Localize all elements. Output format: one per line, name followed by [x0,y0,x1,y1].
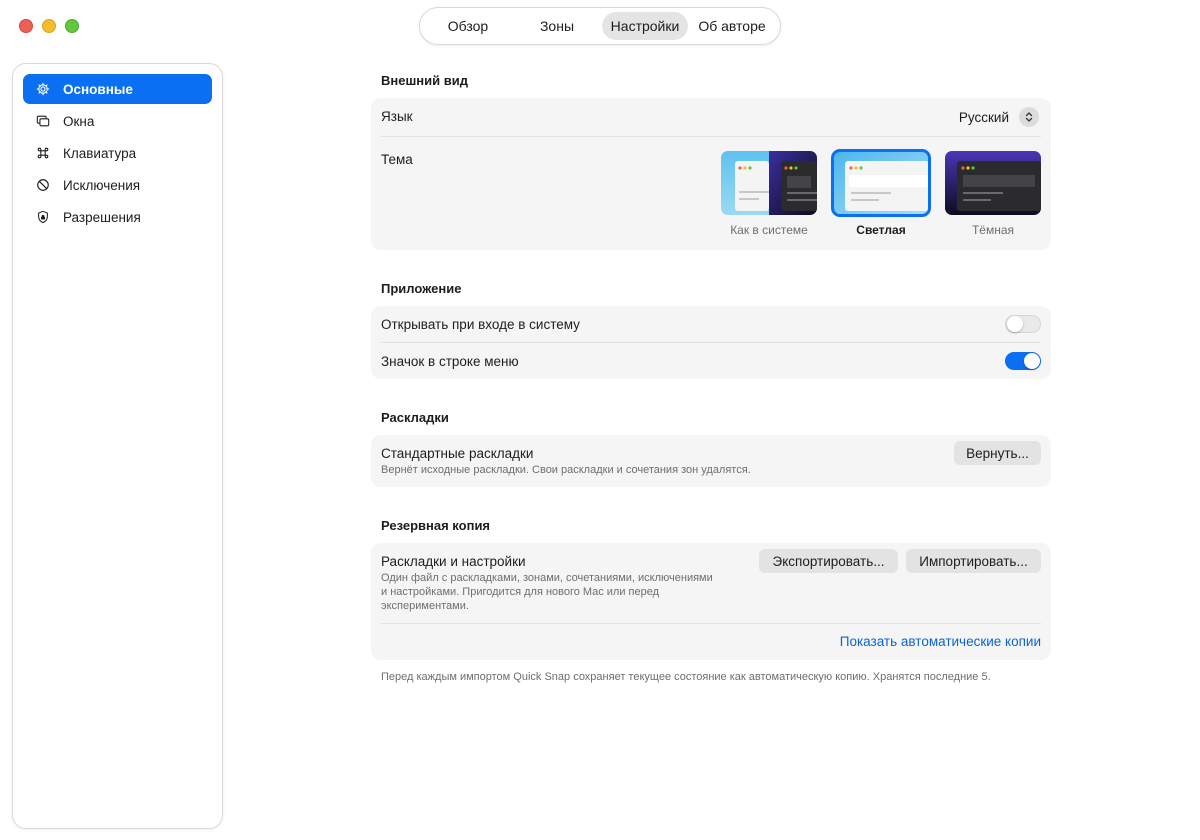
sidebar-item-windows[interactable]: Окна [23,106,212,136]
menu-bar-icon-label: Значок в строке меню [381,354,519,369]
theme-label: Тема [381,152,413,167]
default-layouts-label: Стандартные раскладки [381,446,534,461]
language-label: Язык [381,109,413,124]
application-card: Открывать при входе в систему Значок в с… [371,306,1051,379]
tab-about[interactable]: Об авторе [688,12,776,40]
sidebar: Основные Окна Клавиатура Исключения Разр… [12,63,223,829]
backup-description-line1: Один файл с раскладками, зонами, сочетан… [381,572,713,584]
gear-icon [36,82,50,96]
theme-option-dark[interactable]: Тёмная [945,151,1041,237]
theme-option-label: Тёмная [971,223,1015,237]
section-title-application: Приложение [381,281,462,296]
windows-icon [36,114,50,128]
divider [381,136,1041,137]
sidebar-item-label: Окна [63,113,95,129]
divider [381,342,1041,343]
section-title-appearance: Внешний вид [381,73,468,88]
backup-footnote: Перед каждым импортом Quick Snap сохраня… [381,671,991,683]
shield-icon [36,210,50,224]
launch-at-login-toggle[interactable] [1005,315,1041,333]
reset-layouts-button[interactable]: Вернуть... [954,441,1041,465]
tab-overview[interactable]: Обзор [424,12,512,40]
backup-description-line2: и настройками. Пригодится для нового Mac… [381,586,660,598]
launch-at-login-label: Открывать при входе в систему [381,317,580,332]
sidebar-item-permissions[interactable]: Разрешения [23,202,212,232]
backup-description-line3: экспериментами. [381,600,469,612]
backup-card: Раскладки и настройки Один файл с раскла… [371,543,1051,660]
theme-thumbnail-light [831,149,931,217]
sidebar-item-label: Исключения [63,177,141,193]
theme-thumbnail-dark [945,151,1041,215]
theme-option-light[interactable]: Светлая [831,149,931,237]
layouts-card: Стандартные раскладки Вернёт исходные ра… [371,435,1051,487]
menu-bar-icon-toggle[interactable] [1005,352,1041,370]
sidebar-item-label: Разрешения [63,209,141,225]
sidebar-item-general[interactable]: Основные [23,74,212,104]
close-window-button[interactable] [19,19,33,33]
section-title-layouts: Раскладки [381,410,449,425]
sidebar-item-exclusions[interactable]: Исключения [23,170,212,200]
zoom-window-button[interactable] [65,19,79,33]
sidebar-item-label: Клавиатура [63,145,137,161]
theme-option-label: Как в системе [730,223,808,237]
backup-label: Раскладки и настройки [381,554,526,569]
language-select[interactable]: Русский [959,107,1039,127]
top-tab-bar: Обзор Зоны Настройки Об авторе [419,7,781,45]
chevron-up-down-icon [1019,107,1039,127]
theme-thumbnail-system [721,151,817,215]
appearance-card: Язык Русский Тема Как в системе Светлая … [371,98,1051,250]
show-auto-backups-link[interactable]: Показать автоматические копии [840,634,1041,649]
sidebar-item-label: Основные [63,81,133,97]
import-button[interactable]: Импортировать... [906,549,1041,573]
prohibited-icon [36,178,50,192]
export-button[interactable]: Экспортировать... [759,549,898,573]
divider [381,623,1041,624]
section-title-backup: Резервная копия [381,518,491,533]
window-controls [19,19,79,33]
tab-zones[interactable]: Зоны [512,12,602,40]
sidebar-item-keyboard[interactable]: Клавиатура [23,138,212,168]
tab-settings[interactable]: Настройки [602,12,688,40]
theme-option-label: Светлая [856,223,906,237]
theme-option-system[interactable]: Как в системе [721,151,817,237]
language-value: Русский [958,109,1009,125]
default-layouts-description: Вернёт исходные раскладки. Свои раскладк… [381,464,751,476]
minimize-window-button[interactable] [42,19,56,33]
command-icon [36,146,50,160]
